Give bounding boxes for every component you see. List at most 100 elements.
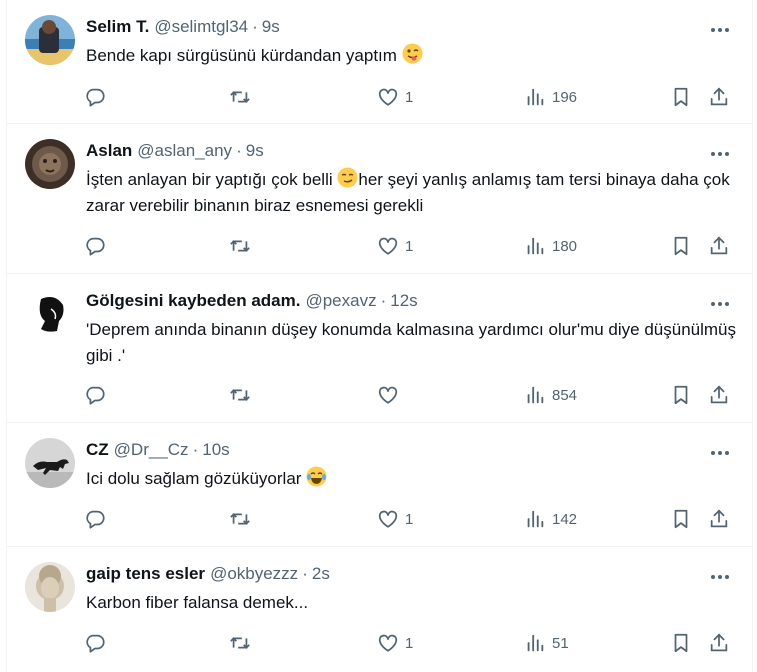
retweet-icon	[230, 240, 250, 252]
bookmark-button[interactable]	[670, 628, 692, 658]
face-with-tears-of-joy-emoji	[306, 466, 327, 487]
views-count: 180	[552, 237, 578, 255]
share-button[interactable]	[708, 628, 730, 658]
timestamp[interactable]: 10s	[202, 440, 229, 460]
timestamp[interactable]: 9s	[246, 141, 264, 161]
like-button[interactable]	[377, 380, 405, 410]
views-count: 854	[552, 386, 578, 404]
retweet-icon	[230, 513, 250, 525]
reply-button[interactable]	[84, 504, 106, 534]
smirking-face-emoji	[337, 167, 358, 188]
share-icon	[710, 385, 728, 404]
separator-dot: ·	[236, 141, 242, 160]
views-count: 142	[552, 510, 578, 528]
bookmark-icon	[674, 87, 688, 107]
like-button[interactable]: 1	[377, 504, 413, 534]
like-button[interactable]: 1	[377, 231, 413, 261]
like-icon	[378, 634, 398, 652]
tweet[interactable]: CZ @Dr__Cz · 10s Ici dolu sağlam gözüküy…	[6, 423, 753, 547]
reply-button[interactable]	[84, 380, 106, 410]
views-icon	[527, 510, 544, 528]
retweet-button[interactable]	[229, 82, 251, 112]
tweet[interactable]: Selim T. @selimtgl34 · 9s Bende kapı sür…	[6, 0, 753, 124]
avatar[interactable]	[25, 139, 75, 189]
tweet-text: 'Deprem anında binanın düşey konumda kal…	[86, 320, 737, 365]
views-button[interactable]: 180	[524, 231, 577, 261]
tweet[interactable]: gaip tens esler @okbyezzz · 2s Karbon fi…	[6, 547, 753, 672]
separator-dot: ·	[380, 291, 387, 310]
display-name[interactable]: Gölgesini kaybeden adam.	[86, 291, 300, 311]
more-icon[interactable]	[709, 296, 731, 306]
bookmark-icon	[674, 509, 688, 529]
tweet-text: Karbon fiber falansa demek...	[86, 593, 309, 612]
reply-icon	[86, 386, 105, 405]
user-handle[interactable]: @selimtgl34	[154, 17, 248, 37]
more-icon[interactable]	[709, 569, 731, 579]
reply-icon	[86, 510, 105, 529]
avatar[interactable]	[25, 562, 75, 612]
like-count: 1	[405, 510, 414, 528]
tweet[interactable]: Aslan @aslan_any · 9s İşten anlayan bir …	[6, 124, 753, 274]
user-handle[interactable]: @aslan_any	[137, 141, 232, 161]
retweet-button[interactable]	[229, 628, 251, 658]
bookmark-button[interactable]	[670, 82, 692, 112]
retweet-button[interactable]	[229, 231, 251, 261]
bookmark-button[interactable]	[670, 380, 692, 410]
share-icon	[710, 87, 728, 106]
views-button[interactable]: 51	[524, 628, 569, 658]
reply-icon	[86, 237, 105, 256]
like-count: 1	[405, 237, 414, 255]
bookmark-icon	[674, 236, 688, 256]
views-button[interactable]: 854	[524, 380, 577, 410]
share-button[interactable]	[708, 82, 730, 112]
user-handle[interactable]: @pexavz	[305, 291, 376, 311]
user-handle[interactable]: @Dr__Cz	[114, 440, 189, 460]
views-button[interactable]: 142	[524, 504, 577, 534]
retweet-icon	[230, 389, 250, 401]
views-icon	[527, 237, 544, 255]
bookmark-button[interactable]	[670, 231, 692, 261]
reply-button[interactable]	[84, 628, 106, 658]
timestamp[interactable]: 12s	[390, 291, 417, 311]
share-button[interactable]	[708, 504, 730, 534]
views-button[interactable]: 196	[524, 82, 577, 112]
retweet-button[interactable]	[229, 504, 251, 534]
reply-icon	[86, 88, 105, 107]
user-handle[interactable]: @okbyezzz	[210, 564, 298, 584]
display-name[interactable]: gaip tens esler	[86, 564, 205, 584]
like-icon	[378, 386, 398, 404]
retweet-button[interactable]	[229, 380, 251, 410]
like-icon	[378, 237, 398, 255]
avatar[interactable]	[25, 438, 75, 488]
like-button[interactable]: 1	[377, 628, 413, 658]
tweet-text: Bende kapı sürgüsünü kürdandan yaptım	[86, 43, 736, 69]
more-icon[interactable]	[709, 445, 731, 455]
reply-button[interactable]	[84, 82, 106, 112]
views-count: 51	[552, 634, 569, 652]
share-button[interactable]	[708, 380, 730, 410]
share-icon	[710, 509, 728, 528]
winking-face-with-tongue-emoji	[402, 43, 423, 64]
views-icon	[527, 634, 544, 652]
timestamp[interactable]: 2s	[312, 564, 330, 584]
display-name[interactable]: CZ	[86, 440, 109, 460]
bookmark-button[interactable]	[670, 504, 692, 534]
separator-dot: ·	[192, 440, 199, 459]
avatar[interactable]	[25, 15, 75, 65]
reply-button[interactable]	[84, 231, 106, 261]
more-icon[interactable]	[709, 22, 731, 32]
like-icon	[378, 510, 398, 528]
separator-dot: ·	[302, 564, 308, 583]
timestamp[interactable]: 9s	[262, 17, 280, 37]
like-button[interactable]: 1	[377, 82, 413, 112]
avatar[interactable]	[25, 289, 75, 339]
tweet-text: İşten anlayan bir yaptığı çok belli her …	[86, 167, 736, 219]
tweet-text-content: Ici dolu sağlam gözüküyorlar	[86, 469, 302, 488]
separator-dot: ·	[252, 17, 258, 36]
share-icon	[710, 236, 728, 255]
share-button[interactable]	[708, 231, 730, 261]
more-icon[interactable]	[709, 146, 731, 156]
tweet[interactable]: Gölgesini kaybeden adam. @pexavz · 12s '…	[6, 274, 753, 423]
display-name[interactable]: Aslan	[86, 141, 132, 161]
display-name[interactable]: Selim T.	[86, 17, 149, 37]
